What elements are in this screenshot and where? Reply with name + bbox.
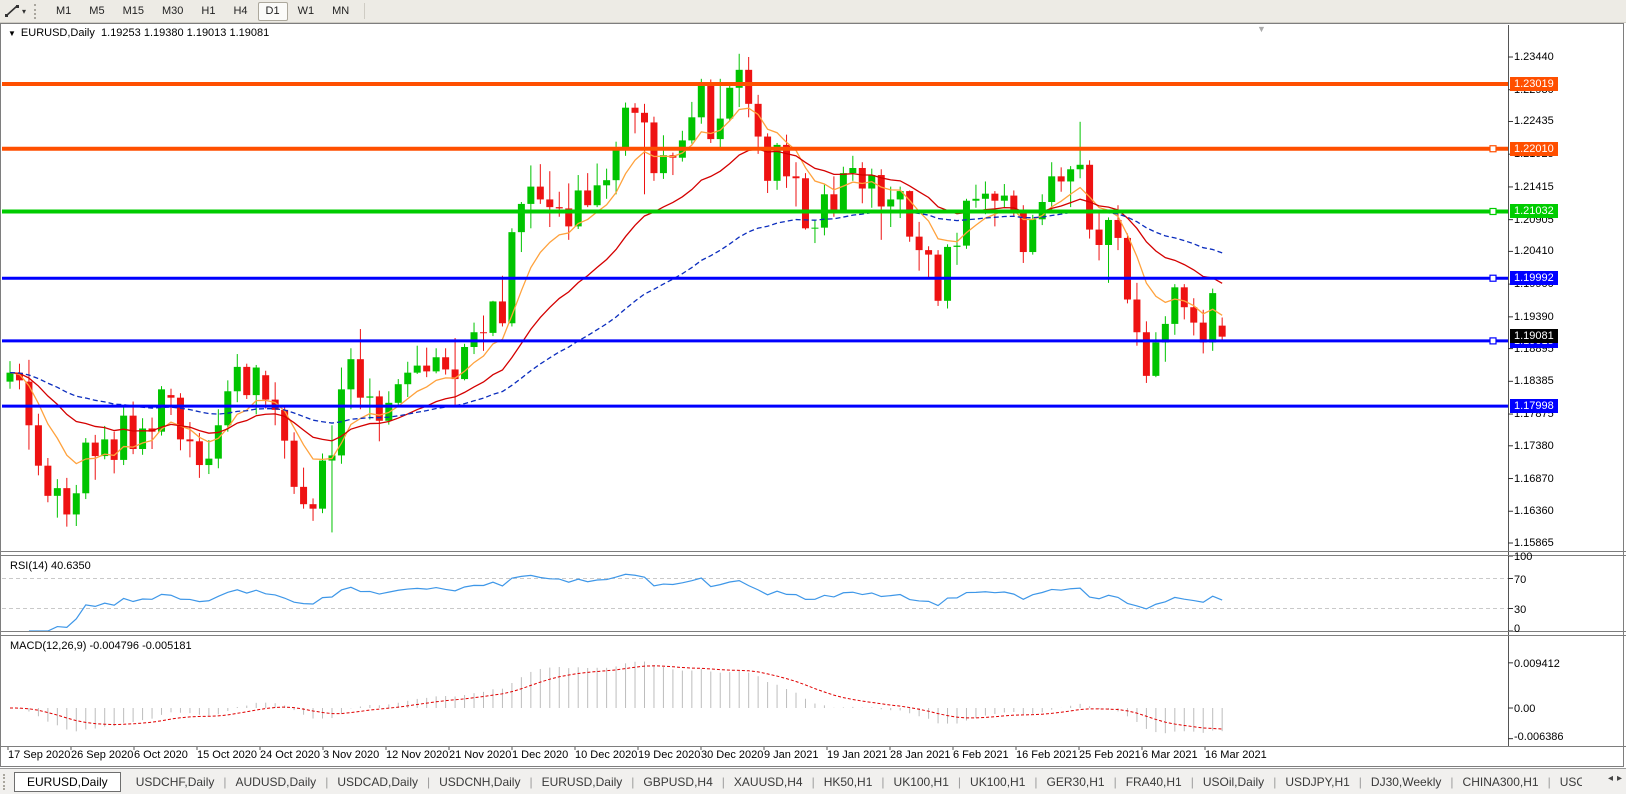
hline-handle (1489, 207, 1497, 216)
date-axis-label: 16 Mar 2021 (1205, 749, 1267, 761)
date-axis-label: 3 Nov 2020 (323, 749, 380, 761)
rsi-axis-label: 30 (1514, 603, 1527, 616)
price-axis-label: 1.23440 (1514, 51, 1554, 63)
separator-main-rsi-2[interactable] (0, 555, 1626, 556)
date-axis-label: 17 Sep 2020 (8, 749, 71, 761)
rsi-level-lines (2, 578, 1508, 609)
separator-rsi-macd-2[interactable] (0, 635, 1626, 636)
chart-shift-marker-icon[interactable]: ▼ (1257, 24, 1266, 34)
current-bid-price-label: 1.19081 (1510, 328, 1558, 343)
price-axis-label: 1.15865 (1514, 537, 1554, 549)
macd-indicator-label: MACD(12,26,9) -0.004796 -0.005181 (10, 640, 192, 652)
price-axis-label: 1.21415 (1514, 180, 1554, 193)
price-axis-label: 1.20410 (1514, 245, 1554, 258)
macd-histogram (18, 661, 1223, 734)
date-axis-label: 6 Oct 2020 (134, 749, 188, 761)
hline-price-label-1: 1.22010 (1510, 141, 1558, 156)
date-axis-label: 24 Oct 2020 (260, 749, 320, 761)
chart-title: ▼ EURUSD,Daily 1.19253 1.19380 1.19013 1.… (8, 27, 269, 39)
macd-axis-label: 0.009412 (1514, 657, 1560, 670)
price-axis-label: 1.22435 (1514, 115, 1554, 128)
hline-price-label-5: 1.17998 (1510, 399, 1558, 414)
date-axis-label: 9 Jan 2021 (764, 749, 819, 761)
hline-price-label-0: 1.23019 (1510, 77, 1558, 91)
hline-price-label-3: 1.19992 (1510, 271, 1558, 286)
tab-scroll-right-icon[interactable]: ▸ (1617, 773, 1622, 784)
chart-title-symbol: EURUSD,Daily (20, 27, 95, 39)
hline-handle (1489, 274, 1497, 282)
price-axis-label: 1.19390 (1514, 310, 1554, 323)
tab-scroll-left-icon[interactable]: ◂ (1608, 773, 1613, 784)
date-axis-label: 10 Dec 2020 (575, 749, 638, 761)
macd-axis-label: 0.00 (1514, 703, 1536, 715)
mt4-application-window: { "toolbar": { "line_tool_icon": "trendl… (0, 0, 1626, 794)
date-axis-label: 16 Feb 2021 (1016, 749, 1078, 761)
date-axis-label: 15 Oct 2020 (197, 749, 257, 761)
price-axis-label: 1.16360 (1514, 505, 1554, 518)
date-axis-label: 6 Feb 2021 (953, 749, 1009, 761)
tab-scroll-controls: ◂ ▸ (1608, 773, 1622, 784)
chart-plot-canvas[interactable] (0, 0, 1626, 794)
moving-average-slow (9, 209, 1223, 424)
date-axis-label: 30 Dec 2020 (701, 749, 764, 761)
rsi-indicator-label: RSI(14) 40.6350 (10, 560, 91, 572)
price-axis-label: 1.18385 (1514, 375, 1554, 388)
date-axis-label: 26 Sep 2020 (71, 749, 134, 761)
price-axis-label: 1.17380 (1514, 439, 1554, 452)
chart-title-ohlc: 1.19253 1.19380 1.19013 1.19081 (101, 27, 270, 39)
date-axis-label: 25 Feb 2021 (1079, 749, 1141, 761)
rsi-axis-label: 0 (1514, 623, 1521, 635)
hline-handle (1489, 145, 1497, 153)
rsi-line (28, 573, 1223, 632)
rsi-axis-label: 70 (1514, 573, 1527, 586)
separator-rsi-macd[interactable] (0, 631, 1626, 632)
date-axis-label: 1 Dec 2020 (512, 749, 569, 761)
rsi-axis-label: 100 (1514, 551, 1533, 563)
date-axis-label: 19 Jan 2021 (827, 749, 888, 761)
date-axis-label: 6 Mar 2021 (1142, 749, 1198, 761)
separator-main-rsi[interactable] (0, 551, 1626, 552)
hline-price-label-2: 1.21032 (1510, 204, 1558, 219)
date-axis-label: 12 Nov 2020 (386, 749, 449, 761)
hline-handle (1489, 337, 1497, 345)
date-axis-label: 19 Dec 2020 (638, 749, 701, 761)
date-axis-label: 21 Nov 2020 (449, 749, 512, 761)
separator-macd-dates[interactable] (0, 746, 1626, 747)
macd-axis-label: -0.006386 (1514, 731, 1564, 743)
candles-layer (6, 53, 1226, 533)
symbol-dropdown-icon[interactable]: ▼ (8, 29, 16, 38)
date-axis-label: 28 Jan 2021 (890, 749, 951, 761)
price-axis-label: 1.16870 (1514, 472, 1554, 485)
